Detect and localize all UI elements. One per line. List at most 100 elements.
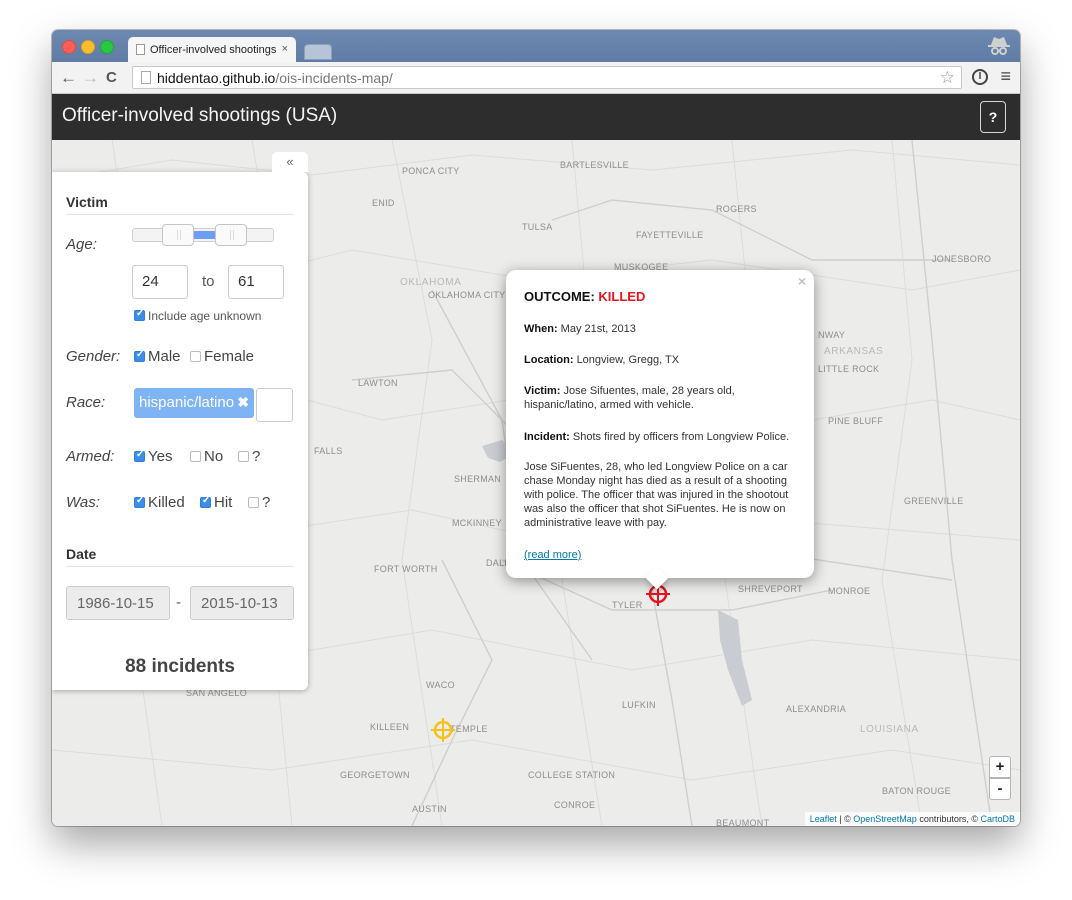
tab-title: Officer-involved shootings bbox=[150, 44, 277, 56]
city-label: KILLEEN bbox=[370, 722, 410, 732]
armed-no-option[interactable]: No bbox=[190, 448, 223, 465]
popup-close-icon[interactable]: × bbox=[798, 274, 806, 288]
help-button[interactable]: ? bbox=[980, 101, 1006, 133]
forward-arrow-icon[interactable]: → bbox=[82, 68, 99, 88]
popup-incident: Incident: Shots fired by officers from L… bbox=[524, 430, 792, 444]
bookmark-star-icon[interactable]: ☆ bbox=[940, 68, 955, 88]
was-unknown-label: ? bbox=[262, 494, 271, 511]
hit-incident-marker[interactable] bbox=[429, 716, 457, 744]
city-label: PINE BLUFF bbox=[828, 416, 884, 426]
was-unknown-checkbox[interactable] bbox=[248, 497, 259, 508]
read-more-link[interactable]: (read more) bbox=[524, 549, 581, 561]
include-age-unknown-option[interactable]: Include age unknown bbox=[134, 308, 261, 323]
zoom-window-button[interactable] bbox=[100, 40, 114, 54]
city-label: LAWTON bbox=[358, 378, 398, 388]
city-label: LUFKIN bbox=[622, 700, 656, 710]
new-tab-button[interactable] bbox=[304, 44, 332, 60]
cartodb-link[interactable]: CartoDB bbox=[980, 814, 1015, 824]
page-icon bbox=[136, 44, 145, 55]
armed-yes-checkbox[interactable] bbox=[134, 449, 145, 462]
outcome-label: OUTCOME: bbox=[524, 289, 595, 304]
address-bar[interactable]: hiddentao.github.io/ois-incidents-map/ ☆ bbox=[132, 66, 962, 89]
was-killed-option[interactable]: Killed bbox=[134, 494, 185, 511]
was-hit-checkbox[interactable] bbox=[200, 495, 211, 508]
outcome-value: KILLED bbox=[598, 289, 646, 304]
was-hit-label: Hit bbox=[214, 494, 233, 511]
zoom-out-button[interactable]: - bbox=[989, 778, 1011, 800]
was-unknown-option[interactable]: ? bbox=[248, 494, 270, 511]
date-from-input[interactable]: 1986-10-15 bbox=[66, 586, 170, 620]
state-label: LOUISIANA bbox=[860, 724, 919, 735]
collapse-panel-button[interactable]: « bbox=[272, 152, 308, 172]
city-label: WACO bbox=[426, 680, 455, 690]
browser-window: Officer-involved shootings × ← → C hidde… bbox=[52, 30, 1020, 826]
url-host: hiddentao.github.io bbox=[157, 70, 276, 86]
incident-count: 88 incidents bbox=[125, 656, 235, 677]
incident-value: Shots fired by officers from Longview Po… bbox=[572, 431, 790, 443]
popup-when: When: May 21st, 2013 bbox=[524, 322, 792, 336]
gender-male-label: Male bbox=[148, 348, 181, 365]
age-min-input[interactable]: 24 bbox=[132, 265, 188, 299]
zoom-in-button[interactable]: + bbox=[989, 756, 1011, 778]
include-age-unknown-checkbox[interactable] bbox=[134, 308, 145, 321]
date-heading: Date bbox=[66, 546, 294, 567]
gender-female-checkbox[interactable] bbox=[190, 351, 201, 362]
when-value: May 21st, 2013 bbox=[560, 323, 636, 335]
filter-panel: « Victim Age: 24 to 61 Include age unkno… bbox=[52, 152, 308, 690]
was-hit-option[interactable]: Hit bbox=[200, 494, 232, 511]
gender-female-option[interactable]: Female bbox=[190, 348, 254, 365]
password-manager-icon[interactable]: I bbox=[972, 69, 988, 85]
city-label: TULSA bbox=[522, 222, 553, 232]
age-range-fill bbox=[194, 231, 215, 239]
city-label: PONCA CITY bbox=[402, 166, 460, 176]
tab-close-icon[interactable]: × bbox=[282, 43, 288, 55]
minimize-window-button[interactable] bbox=[81, 40, 95, 54]
map-attribution: Leaflet | © OpenStreetMap contributors, … bbox=[804, 812, 1020, 826]
browser-toolbar: ← → C hiddentao.github.io/ois-incidents-… bbox=[52, 62, 1020, 94]
armed-no-checkbox[interactable] bbox=[190, 451, 201, 462]
age-min-handle[interactable] bbox=[162, 224, 194, 246]
gender-male-checkbox[interactable] bbox=[134, 349, 145, 362]
was-killed-label: Killed bbox=[148, 494, 185, 511]
attribution-mid: contributors, © bbox=[916, 814, 981, 824]
map[interactable]: OKLAHOMA ARKANSAS LOUISIANA PONCA CITY B… bbox=[52, 140, 1020, 826]
gender-male-option[interactable]: Male bbox=[134, 348, 181, 365]
popup-location: Location: Longview, Gregg, TX bbox=[524, 353, 792, 367]
city-label: GEORGETOWN bbox=[340, 770, 410, 780]
city-label: FORT WORTH bbox=[374, 564, 438, 574]
city-label: BEAUMONT bbox=[716, 818, 770, 826]
location-value: Longview, Gregg, TX bbox=[576, 354, 680, 366]
osm-link[interactable]: OpenStreetMap bbox=[853, 814, 917, 824]
city-label: LITTLE ROCK bbox=[818, 364, 880, 374]
armed-label: Armed: bbox=[66, 448, 115, 465]
leaflet-link[interactable]: Leaflet bbox=[810, 814, 837, 824]
state-label: OKLAHOMA bbox=[400, 277, 462, 288]
armed-yes-option[interactable]: Yes bbox=[134, 448, 172, 465]
popup-outcome: OUTCOME: KILLED bbox=[524, 290, 645, 304]
city-label: JONESBORO bbox=[932, 254, 992, 264]
armed-no-label: No bbox=[204, 448, 224, 465]
age-max-input[interactable]: 61 bbox=[228, 265, 284, 299]
close-window-button[interactable] bbox=[62, 40, 76, 54]
age-range-slider[interactable] bbox=[132, 224, 274, 246]
gender-label: Gender: bbox=[66, 348, 121, 365]
age-max-handle[interactable] bbox=[215, 224, 247, 246]
hamburger-menu-icon[interactable]: ≡ bbox=[1000, 66, 1011, 87]
reload-icon[interactable]: C bbox=[106, 69, 117, 86]
age-to-label: to bbox=[202, 273, 215, 290]
city-label: BARTLESVILLE bbox=[560, 160, 629, 170]
date-to-input[interactable]: 2015-10-13 bbox=[190, 586, 294, 620]
was-killed-checkbox[interactable] bbox=[134, 495, 145, 508]
armed-unknown-option[interactable]: ? bbox=[238, 448, 260, 465]
armed-unknown-checkbox[interactable] bbox=[238, 451, 249, 462]
race-label: Race: bbox=[66, 394, 106, 411]
city-label: AUSTIN bbox=[412, 804, 447, 814]
location-label: Location: bbox=[524, 354, 574, 366]
city-label: SHERMAN bbox=[454, 474, 502, 484]
victim-heading: Victim bbox=[66, 194, 294, 215]
race-input[interactable] bbox=[256, 388, 293, 422]
race-tag-label: hispanic/latino bbox=[139, 394, 235, 411]
remove-tag-icon[interactable]: ✖ bbox=[237, 394, 249, 411]
back-arrow-icon[interactable]: ← bbox=[60, 68, 77, 88]
browser-tab[interactable]: Officer-involved shootings × bbox=[128, 37, 296, 62]
